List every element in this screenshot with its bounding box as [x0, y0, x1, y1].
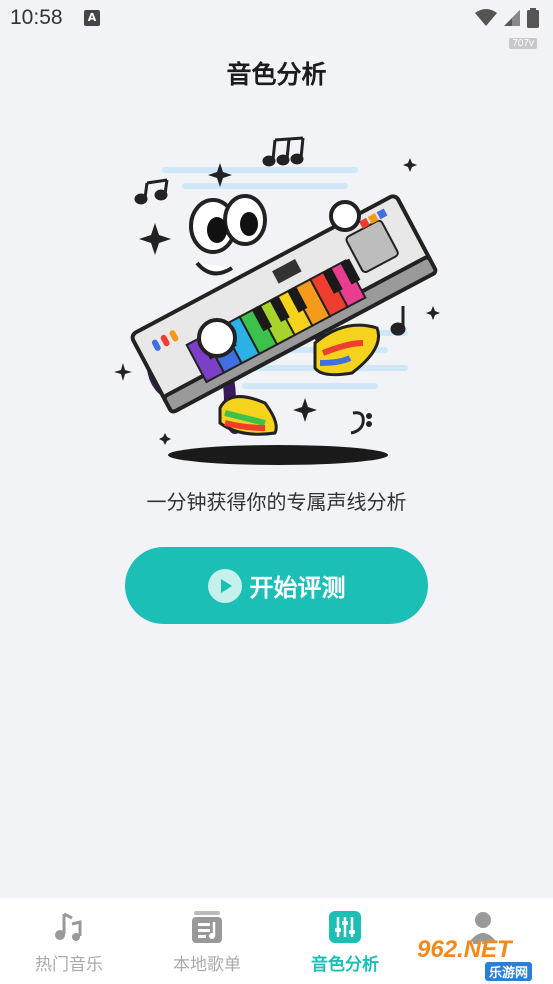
status-time: 10:58 [10, 6, 63, 29]
start-button-label: 开始评测 [249, 575, 346, 602]
tab-label: 本地歌单 [173, 955, 241, 975]
page-title: 音色分析 [226, 60, 327, 89]
equalizer-icon [329, 911, 361, 943]
notification-icon: A [84, 10, 100, 26]
start-evaluation-button[interactable]: 开始评测 [125, 547, 428, 624]
play-icon [207, 568, 242, 603]
status-bar: 10:58 A 707v [0, 0, 553, 49]
wifi-icon [475, 9, 497, 26]
watermark-sub: 乐游网 [485, 962, 533, 981]
tab-timbre-analysis[interactable]: 音色分析 [276, 898, 414, 984]
music-note-icon [55, 912, 82, 941]
keyboard-character-illustration [114, 136, 440, 465]
watermark-brand: 962.NET [417, 936, 512, 963]
watermark-logo: 962.NET 乐游网 [411, 936, 547, 981]
tab-label: 热门音乐 [35, 955, 103, 975]
battery-icon [527, 8, 539, 28]
signal-icon [504, 10, 520, 26]
tab-label: 音色分析 [311, 955, 379, 975]
status-icons [475, 8, 539, 28]
subtitle: 一分钟获得你的专属声线分析 [146, 490, 407, 514]
status-badge: 707v [509, 38, 537, 49]
playlist-icon [192, 911, 222, 943]
tab-hot-music[interactable]: 热门音乐 [0, 898, 138, 984]
tab-local-playlist[interactable]: 本地歌单 [138, 898, 276, 984]
